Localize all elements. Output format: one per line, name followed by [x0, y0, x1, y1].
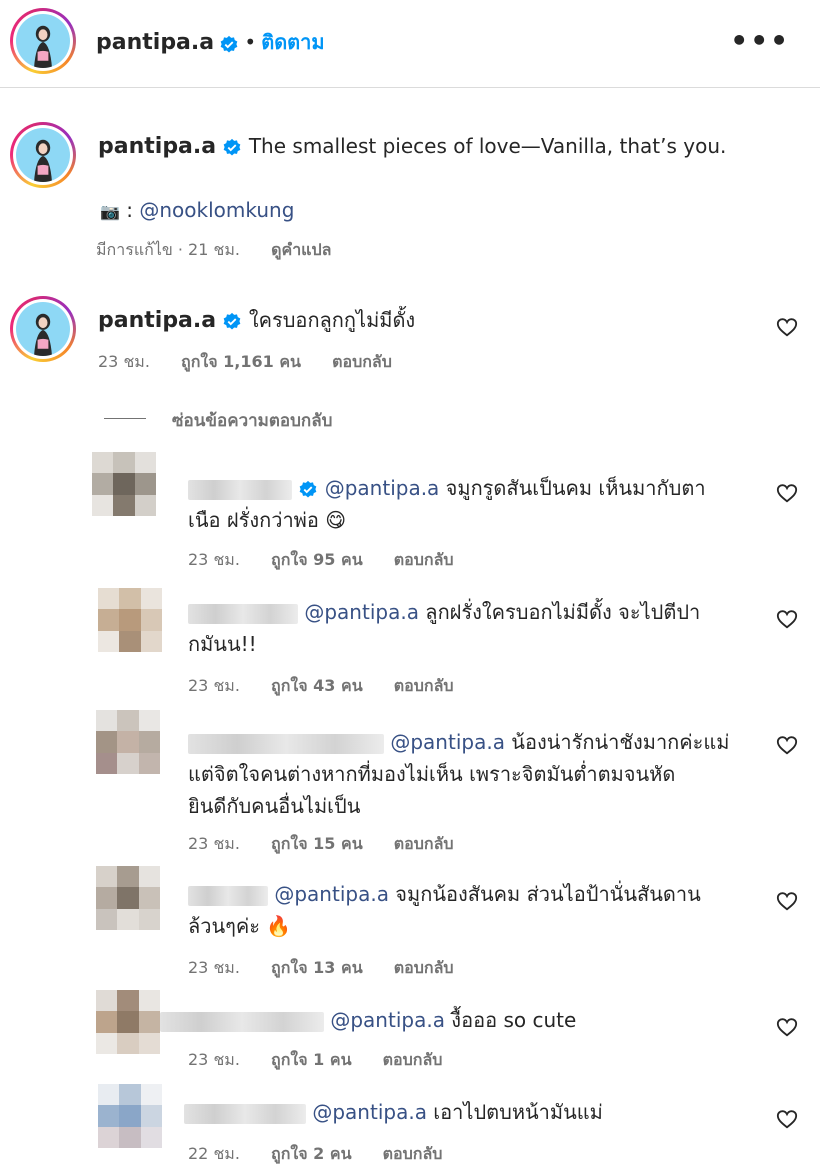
reply-button[interactable]: ตอบกลับ	[394, 834, 454, 853]
heart-outline-icon[interactable]	[776, 1016, 798, 1038]
hide-replies-divider	[104, 418, 146, 419]
heart-outline-icon[interactable]	[776, 890, 798, 912]
reply-mention[interactable]: @pantipa.a	[325, 476, 440, 500]
reply-mention[interactable]: @pantipa.a	[274, 882, 389, 906]
caption-username[interactable]: pantipa.a	[98, 134, 216, 159]
header-separator: •	[244, 30, 257, 54]
reply-text: เอาไปตบหน้ามันแม่	[426, 1100, 603, 1124]
reply-time: 23 ชม.	[188, 834, 240, 853]
caption-text: The smallest pieces of love—Vanilla, tha…	[248, 134, 727, 158]
blurred-username[interactable]	[188, 603, 298, 624]
reply-mention[interactable]: @pantipa.a	[390, 730, 505, 754]
heart-outline-icon[interactable]	[776, 316, 798, 338]
heart-outline-icon[interactable]	[776, 1108, 798, 1130]
reply-text: กมันน!!	[188, 632, 257, 656]
comment-text: ใครบอกลูกกูไม่มีดั้ง	[248, 308, 416, 332]
blurred-avatar[interactable]	[96, 990, 160, 1054]
more-options-icon[interactable]: •••	[730, 24, 790, 57]
header-username[interactable]: pantipa.a	[96, 30, 214, 55]
reply-likes[interactable]: ถูกใจ 15 คน	[271, 834, 363, 853]
verified-badge-icon	[224, 312, 241, 329]
translate-button[interactable]: ดูคำแปล	[271, 240, 331, 259]
reply-time: 23 ชม.	[188, 958, 240, 977]
reply-time: 23 ชม.	[188, 550, 240, 569]
blurred-username[interactable]	[188, 885, 268, 906]
camera-icon: 📷	[100, 202, 120, 221]
verified-badge-icon	[224, 138, 241, 155]
reply-button[interactable]: ตอบกลับ	[332, 352, 392, 371]
reply-text: จมูกน้องสันคม ส่วนไอป้านั่นสันดาน	[388, 882, 701, 906]
reply-mention[interactable]: @pantipa.a	[330, 1008, 445, 1032]
reply-likes[interactable]: ถูกใจ 43 คน	[271, 676, 363, 695]
blurred-avatar[interactable]	[98, 1084, 162, 1148]
reply-time: 23 ชม.	[188, 1050, 240, 1069]
blurred-avatar[interactable]	[96, 710, 160, 774]
comment-avatar[interactable]	[10, 296, 76, 362]
reply-button[interactable]: ตอบกลับ	[394, 550, 454, 569]
heart-outline-icon[interactable]	[776, 734, 798, 756]
blurred-avatar[interactable]	[98, 588, 162, 652]
blurred-avatar[interactable]	[92, 452, 156, 516]
heart-outline-icon[interactable]	[776, 608, 798, 630]
reply-button[interactable]: ตอบกลับ	[394, 958, 454, 977]
comment-username[interactable]: pantipa.a	[98, 308, 216, 333]
reply-button[interactable]: ตอบกลับ	[394, 676, 454, 695]
verified-badge-icon	[300, 480, 317, 497]
reply-button[interactable]: ตอบกลับ	[383, 1144, 443, 1163]
reply-text: ลูกฝรั่งใครบอกไม่มีดั้ง จะไปตีปา	[418, 600, 701, 624]
reply-button[interactable]: ตอบกลับ	[383, 1050, 443, 1069]
credit-mention-link[interactable]: @nooklomkung	[139, 198, 294, 222]
follow-button[interactable]: ติดตาม	[261, 30, 324, 54]
reply-text: งื้อออ so cute	[444, 1008, 577, 1032]
hide-replies-button[interactable]: ซ่อนข้อความตอบกลับ	[172, 407, 332, 434]
caption-edited-time: มีการแก้ไข · 21 ชม.	[96, 240, 240, 259]
blurred-username[interactable]	[184, 1103, 306, 1124]
blurred-username[interactable]	[188, 733, 384, 754]
reply-mention[interactable]: @pantipa.a	[304, 600, 419, 624]
reply-text: ล้วนๆค่ะ 🔥	[188, 914, 292, 938]
blurred-avatar[interactable]	[96, 866, 160, 930]
credit-prefix: :	[119, 198, 140, 222]
reply-text: ยินดีกับคนอื่นไม่เป็น	[188, 794, 361, 818]
reply-time: 22 ชม.	[188, 1144, 240, 1163]
caption-avatar[interactable]	[10, 122, 76, 188]
blurred-username[interactable]	[188, 479, 292, 500]
reply-likes[interactable]: ถูกใจ 95 คน	[271, 550, 363, 569]
comment-likes[interactable]: ถูกใจ 1,161 คน	[181, 352, 301, 371]
reply-text: น้องน่ารักน่าชังมากค่ะแม่	[504, 730, 730, 754]
reply-text: จมูกรูดสันเป็นคม เห็นมากับตา	[439, 476, 706, 500]
reply-likes[interactable]: ถูกใจ 2 คน	[271, 1144, 351, 1163]
header-avatar[interactable]	[10, 8, 76, 74]
reply-mention[interactable]: @pantipa.a	[312, 1100, 427, 1124]
heart-outline-icon[interactable]	[776, 482, 798, 504]
reply-time: 23 ชม.	[188, 676, 240, 695]
comment-time: 23 ชม.	[98, 352, 150, 371]
reply-likes[interactable]: ถูกใจ 1 คน	[271, 1050, 351, 1069]
blurred-username[interactable]	[160, 1011, 324, 1032]
verified-badge-icon	[220, 35, 238, 52]
reply-text: แต่จิตใจคนต่างหากที่มองไม่เห็น เพราะจิตม…	[188, 762, 676, 786]
post-header: pantipa.a • ติดตาม •••	[0, 0, 820, 88]
reply-likes[interactable]: ถูกใจ 13 คน	[271, 958, 363, 977]
reply-text: เนือ ฝรั่งกว่าพ่อ 😋	[188, 508, 347, 532]
